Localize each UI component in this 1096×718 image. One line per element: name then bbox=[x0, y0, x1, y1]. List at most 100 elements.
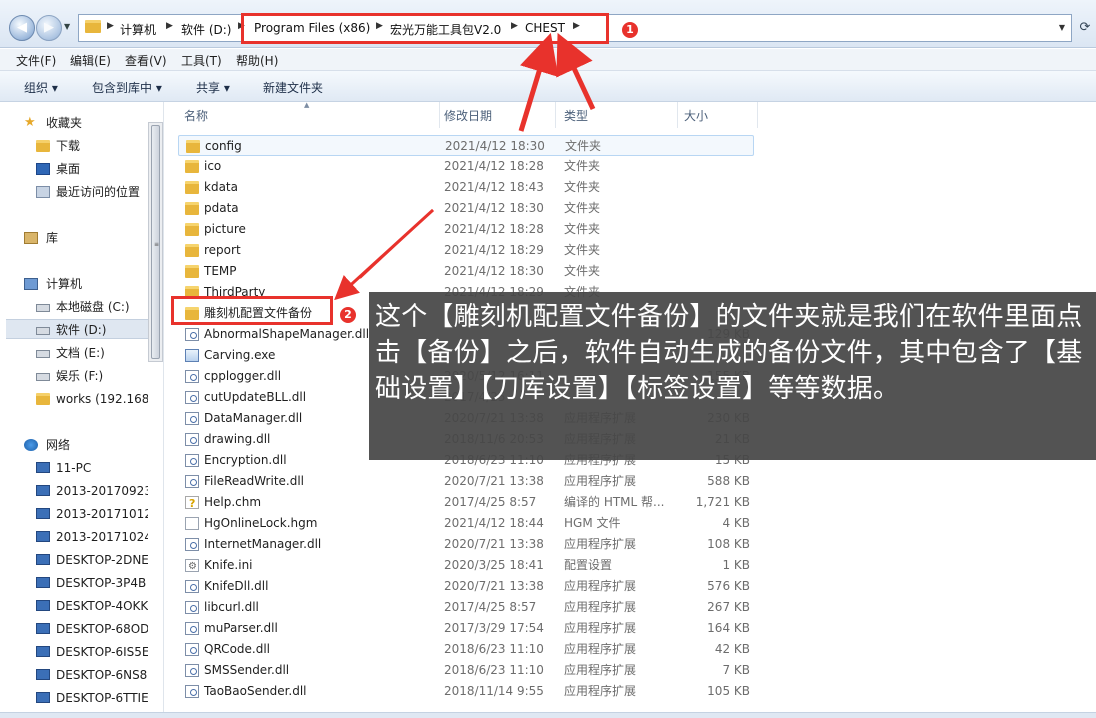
file-size: 267 KB bbox=[707, 600, 750, 614]
nav-recent[interactable]: 最近访问的位置 bbox=[36, 182, 148, 202]
refresh-icon[interactable]: ⟳ bbox=[1075, 14, 1095, 42]
chevron-right-icon[interactable]: ▶ bbox=[107, 21, 114, 31]
file-type: 编译的 HTML 帮... bbox=[564, 495, 665, 509]
nav-drive-c[interactable]: 本地磁盘 (C:) bbox=[36, 297, 148, 317]
file-row[interactable]: muParser.dll 2017/3/29 17:54 应用程序扩展 164 KB bbox=[178, 618, 754, 639]
file-name: Encryption.dll bbox=[204, 453, 287, 467]
file-type: 文件夹 bbox=[565, 139, 602, 153]
nav-scrollbar[interactable]: ≡ bbox=[148, 122, 163, 362]
nav-host[interactable]: 2013-20171024 bbox=[36, 527, 148, 547]
file-name: ico bbox=[204, 159, 222, 173]
drive-icon bbox=[36, 304, 50, 312]
nav-host[interactable]: 11-PC bbox=[36, 458, 148, 478]
pane-divider[interactable] bbox=[163, 102, 164, 718]
file-name: libcurl.dll bbox=[204, 600, 259, 614]
nav-host[interactable]: 2013-20171012 bbox=[36, 504, 148, 524]
dll-icon bbox=[185, 391, 199, 404]
nav-network[interactable]: 网络 bbox=[24, 435, 148, 455]
nav-host[interactable]: DESKTOP-2DNE bbox=[36, 550, 148, 570]
menu-view[interactable]: 查看(V) bbox=[125, 52, 167, 69]
nav-network-drive[interactable]: works (192.168 bbox=[36, 389, 148, 409]
file-date: 2020/7/21 13:38 bbox=[444, 537, 544, 551]
nav-label: 2013-20170923 bbox=[56, 484, 148, 498]
file-name: drawing.dll bbox=[204, 432, 271, 446]
menu-edit[interactable]: 编辑(E) bbox=[70, 52, 111, 69]
file-row[interactable]: Knife.ini 2020/3/25 18:41 配置设置 1 KB bbox=[178, 555, 754, 577]
file-row[interactable]: kdata 2021/4/12 18:43 文件夹 bbox=[178, 177, 754, 198]
file-size: 108 KB bbox=[707, 537, 750, 551]
nav-host[interactable]: DESKTOP-6TTIE bbox=[36, 688, 148, 708]
nav-desktop[interactable]: 桌面 bbox=[36, 159, 148, 179]
nav-host[interactable]: DESKTOP-4OKK bbox=[36, 596, 148, 616]
new-folder-button[interactable]: 新建文件夹 bbox=[263, 79, 323, 96]
nav-host[interactable]: DESKTOP-6IS5E bbox=[36, 642, 148, 662]
recent-places-icon bbox=[36, 186, 50, 198]
forward-button[interactable]: ▶ bbox=[36, 15, 62, 41]
folder-highlight-box bbox=[171, 296, 333, 325]
file-size: 1 KB bbox=[722, 558, 750, 572]
file-row[interactable]: picture 2021/4/12 18:28 文件夹 bbox=[178, 219, 754, 240]
file-row[interactable]: SMSSender.dll 2018/6/23 11:10 应用程序扩展 7 KB bbox=[178, 660, 754, 681]
file-row[interactable]: QRCode.dll 2018/6/23 11:10 应用程序扩展 42 KB bbox=[178, 639, 754, 660]
nav-label: 桌面 bbox=[56, 162, 81, 176]
nav-downloads[interactable]: 下载 bbox=[36, 136, 148, 156]
nav-computer[interactable]: 计算机 bbox=[24, 274, 148, 294]
file-row[interactable]: pdata 2021/4/12 18:30 文件夹 bbox=[178, 198, 754, 219]
column-header-date[interactable]: 修改日期 bbox=[426, 102, 556, 128]
menu-file[interactable]: 文件(F) bbox=[16, 52, 56, 69]
nav-libraries[interactable]: 库 bbox=[24, 228, 148, 248]
nav-label: DESKTOP-4OKK bbox=[56, 599, 148, 613]
column-header-size[interactable]: 大小 bbox=[666, 102, 758, 128]
nav-drive-f[interactable]: 娱乐 (F:) bbox=[36, 366, 148, 386]
scrollbar-thumb[interactable]: ≡ bbox=[151, 125, 160, 359]
file-row[interactable]: FileReadWrite.dll 2020/7/21 13:38 应用程序扩展 58… bbox=[178, 471, 754, 492]
address-dropdown-icon[interactable]: ▼ bbox=[1059, 23, 1065, 32]
include-library-button[interactable]: 包含到库中 ▾ bbox=[92, 79, 162, 96]
file-name: QRCode.dll bbox=[204, 642, 271, 656]
drive-icon bbox=[36, 327, 50, 335]
crumb-computer[interactable]: 计算机 bbox=[120, 21, 156, 38]
file-row[interactable]: ico 2021/4/12 18:28 文件夹 bbox=[178, 156, 754, 177]
column-header-name[interactable]: 名称 bbox=[166, 102, 440, 128]
file-name: cpplogger.dll bbox=[204, 369, 282, 383]
network-icon bbox=[24, 439, 38, 451]
nav-host[interactable]: DESKTOP-3P4B bbox=[36, 573, 148, 593]
menu-help[interactable]: 帮助(H) bbox=[236, 52, 278, 69]
folder-icon bbox=[185, 223, 199, 236]
file-row[interactable]: TaoBaoSender.dll 2018/11/14 9:55 应用程序扩展 105… bbox=[178, 681, 754, 702]
file-row[interactable]: InternetManager.dll 2020/7/21 13:38 应用程序扩展… bbox=[178, 534, 754, 555]
menu-bar: 文件(F) 编辑(E) 查看(V) 工具(T) 帮助(H) bbox=[0, 49, 1096, 71]
file-row[interactable]: KnifeDll.dll 2020/7/21 13:38 应用程序扩展 576 KB bbox=[178, 576, 754, 597]
address-highlight-box bbox=[241, 13, 609, 44]
dll-icon bbox=[185, 454, 199, 467]
file-name: Help.chm bbox=[204, 495, 262, 509]
dll-icon bbox=[185, 622, 199, 635]
nav-host[interactable]: DESKTOP-6NS8 bbox=[36, 665, 148, 685]
column-header-type[interactable]: 类型 bbox=[546, 102, 678, 128]
share-button[interactable]: 共享 ▾ bbox=[196, 79, 230, 96]
file-row[interactable]: TEMP 2021/4/12 18:30 文件夹 bbox=[178, 261, 754, 282]
nav-drive-d[interactable]: 软件 (D:) bbox=[6, 319, 148, 339]
file-row[interactable]: report 2021/4/12 18:29 文件夹 bbox=[178, 240, 754, 261]
nav-drive-e[interactable]: 文档 (E:) bbox=[36, 343, 148, 363]
crumb-drive-d[interactable]: 软件 (D:) bbox=[181, 21, 231, 38]
recent-pages-dropdown[interactable]: ▼ bbox=[64, 22, 70, 31]
nav-host[interactable]: DESKTOP-68OD bbox=[36, 619, 148, 639]
menu-tools[interactable]: 工具(T) bbox=[181, 52, 222, 69]
nav-favorites[interactable]: ★ 收藏夹 bbox=[24, 113, 148, 133]
file-row[interactable]: config 2021/4/12 18:30 文件夹 bbox=[178, 135, 754, 156]
file-row[interactable]: libcurl.dll 2017/4/25 8:57 应用程序扩展 267 KB bbox=[178, 597, 754, 618]
file-row[interactable]: Help.chm 2017/4/25 8:57 编译的 HTML 帮... 1,721… bbox=[178, 492, 754, 514]
file-type: 文件夹 bbox=[564, 264, 601, 278]
file-icon bbox=[185, 517, 199, 530]
chevron-right-icon[interactable]: ▶ bbox=[166, 21, 173, 31]
file-size: 1,721 KB bbox=[695, 495, 750, 509]
file-row[interactable]: HgOnlineLock.hgm 2021/4/12 18:44 HGM 文件 4 K… bbox=[178, 513, 754, 534]
nav-label: 库 bbox=[46, 231, 59, 245]
file-name: pdata bbox=[204, 201, 239, 215]
nav-label: 文档 (E:) bbox=[56, 346, 105, 360]
file-type: 文件夹 bbox=[564, 180, 601, 194]
nav-host[interactable]: 2013-20170923 bbox=[36, 481, 148, 501]
back-button[interactable]: ◀ bbox=[9, 15, 35, 41]
organize-button[interactable]: 组织 ▾ bbox=[24, 79, 58, 96]
